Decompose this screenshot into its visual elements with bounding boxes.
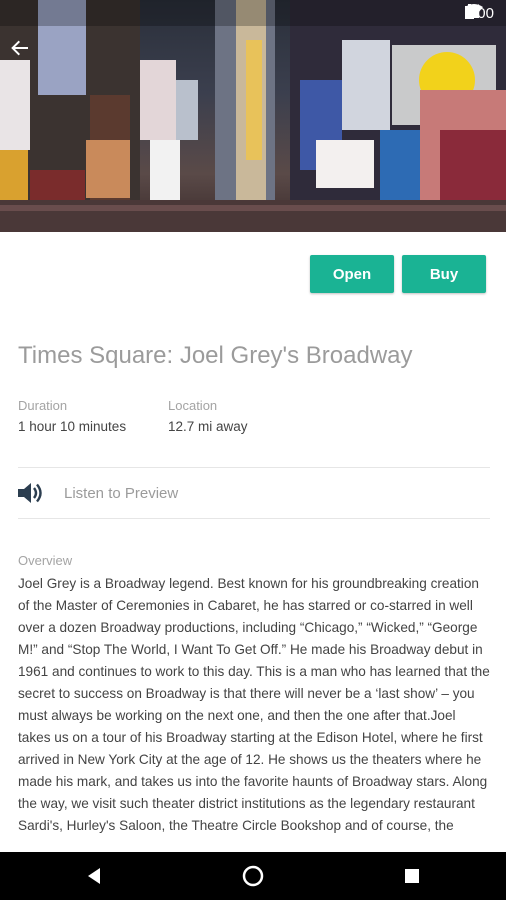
speaker-icon [18,483,42,503]
tour-title: Times Square: Joel Grey's Broadway [18,342,413,369]
battery-icon [464,4,474,19]
arrow-back-icon [11,40,28,56]
back-triangle-icon [88,868,100,884]
overview-text: Joel Grey is a Broadway legend. Best kno… [18,576,490,833]
location-label: Location [168,398,218,413]
nav-home-button[interactable] [241,864,265,888]
back-button[interactable] [10,38,46,74]
status-bar: 7:00 [0,0,506,26]
buy-button[interactable]: Buy [402,255,486,293]
system-nav-bar [0,852,506,900]
nav-back-button[interactable] [82,864,106,888]
overview-label: Overview [18,553,73,568]
duration-label: Duration [18,398,68,413]
listen-preview-label: Listen to Preview [64,484,179,502]
listen-preview-row[interactable]: Listen to Preview [18,468,490,518]
times-square-photo [0,0,506,232]
home-circle-icon [242,865,264,887]
duration-value: 1 hour 10 minutes [18,419,127,434]
recents-square-icon [405,869,419,883]
open-button[interactable]: Open [310,255,394,293]
location-value: 12.7 mi away [168,419,248,434]
hero-image: 7:00 [0,0,506,232]
nav-recents-button[interactable] [400,864,424,888]
divider [18,518,490,519]
